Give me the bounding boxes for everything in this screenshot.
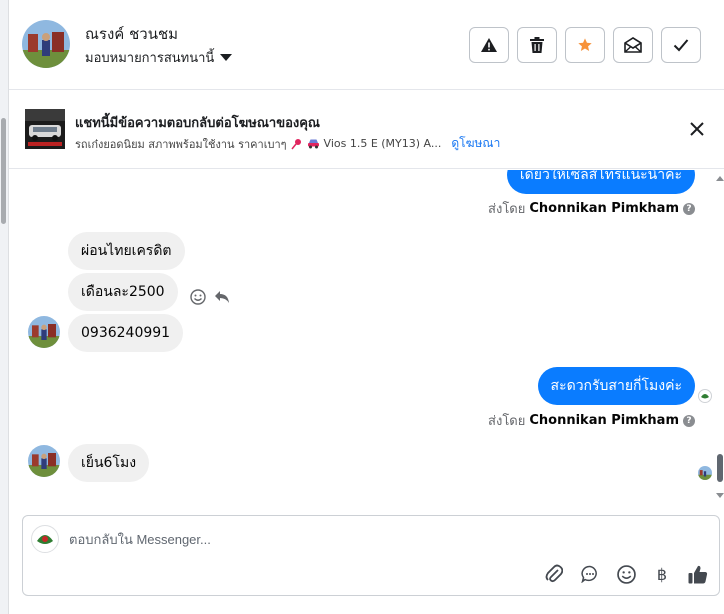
outgoing-message[interactable]: สะดวกรับสายกี่โมงค่ะ (537, 367, 695, 405)
sent-by-label: ส่งโดย Chonnikan Pimkham ? (488, 198, 695, 219)
assign-conversation-dropdown[interactable]: มอบหมายการสนทนานี้ (85, 47, 233, 68)
chevron-down-icon (220, 54, 233, 61)
incoming-message[interactable]: เดือนละ2500 (68, 273, 178, 311)
emoji-button[interactable] (615, 563, 637, 585)
message-thread[interactable]: เดี๋ยวให้เซลส์โทรแนะนำค่ะ ส่งโดย Chonnik… (9, 170, 724, 504)
left-scrollbar[interactable] (0, 0, 8, 614)
incoming-message[interactable]: 0936240991 (68, 314, 184, 352)
conversation-panel: ณรงค์ ชวนชม มอบหมายการสนทนานี้ แชทนี้มีข… (8, 0, 724, 614)
contact-message-avatar[interactable] (28, 445, 60, 477)
payment-button[interactable]: ฿ (651, 563, 673, 585)
ad-banner-title: แชทนี้มีข้อความตอบกลับต่อโฆษณาของคุณ (75, 116, 320, 131)
star-button[interactable] (565, 27, 605, 63)
seen-avatar (698, 466, 712, 480)
envelope-open-icon (624, 37, 642, 53)
pushpin-icon (290, 138, 301, 149)
message-tools (190, 289, 230, 305)
assign-label: มอบหมายการสนทนานี้ (85, 51, 215, 66)
star-icon (578, 38, 592, 51)
contact-name: ณรงค์ ชวนชม (85, 25, 179, 43)
close-icon (690, 122, 704, 136)
chat-bubble-icon (581, 565, 597, 583)
alert-triangle-icon (481, 38, 497, 52)
thread-scrollbar-thumb[interactable] (717, 454, 723, 482)
report-spam-button[interactable] (469, 27, 509, 63)
trash-icon (530, 37, 544, 53)
ad-banner-subtitle: รถเก๋งยอดนิยม สภาพพร้อมใช้งาน ราคาเบาๆ V… (75, 134, 500, 153)
smiley-icon (616, 564, 636, 584)
view-ad-link[interactable]: ดูโฆษณา (451, 134, 500, 153)
check-icon (673, 39, 689, 52)
ad-thumbnail[interactable] (25, 109, 65, 149)
ad-reply-banner: แชทนี้มีข้อความตอบกลับต่อโฆษณาของคุณ รถเ… (9, 91, 724, 169)
smiley-react-icon[interactable] (190, 289, 206, 305)
header-actions (469, 27, 701, 63)
baht-icon: ฿ (656, 564, 668, 584)
composer-toolbar: ฿ (543, 563, 709, 585)
reply-input[interactable] (69, 528, 569, 550)
delete-button[interactable] (517, 27, 557, 63)
sent-by-text: ส่งโดย (488, 414, 526, 429)
attach-button[interactable] (543, 563, 565, 585)
thumbs-up-icon (688, 565, 708, 583)
sender-name: Chonnikan Pimkham (529, 413, 679, 428)
incoming-message[interactable]: เย็น6โมง (68, 444, 150, 482)
scroll-down-arrow-icon[interactable] (716, 493, 724, 498)
sent-by-text: ส่งโดย (488, 202, 526, 217)
sender-name: Chonnikan Pimkham (529, 201, 679, 216)
message-composer: ฿ (22, 515, 720, 596)
thread-scrollbar[interactable] (716, 170, 724, 504)
ad-subtitle-text: รถเก๋งยอดนิยม สภาพพร้อมใช้งาน ราคาเบาๆ (75, 137, 287, 151)
sent-by-label: ส่งโดย Chonnikan Pimkham ? (488, 410, 695, 431)
outgoing-message[interactable]: เดี๋ยวให้เซลส์โทรแนะนำค่ะ (506, 170, 695, 194)
contact-message-avatar[interactable] (28, 316, 60, 348)
left-scrollbar-thumb[interactable] (1, 118, 6, 224)
paperclip-icon (545, 564, 563, 583)
reply-icon[interactable] (214, 290, 230, 304)
mark-done-button[interactable] (661, 27, 701, 63)
incoming-message[interactable]: ผ่อนไทยเครดิต (68, 232, 185, 270)
help-icon[interactable]: ? (683, 202, 695, 215)
close-banner-button[interactable] (689, 121, 705, 137)
help-icon[interactable]: ? (683, 414, 695, 427)
mark-unread-button[interactable] (613, 27, 653, 63)
page-avatar (31, 525, 59, 553)
contact-avatar[interactable] (22, 20, 70, 68)
conversation-header: ณรงค์ ชวนชม มอบหมายการสนทนานี้ (9, 0, 724, 90)
saved-replies-button[interactable] (579, 563, 601, 585)
read-receipt-avatar (698, 388, 712, 403)
car-icon (307, 139, 319, 149)
scroll-up-arrow-icon[interactable] (716, 176, 724, 181)
send-like-button[interactable] (687, 563, 709, 585)
ad-car-model: Vios 1.5 E (MY13) A... (323, 137, 442, 150)
